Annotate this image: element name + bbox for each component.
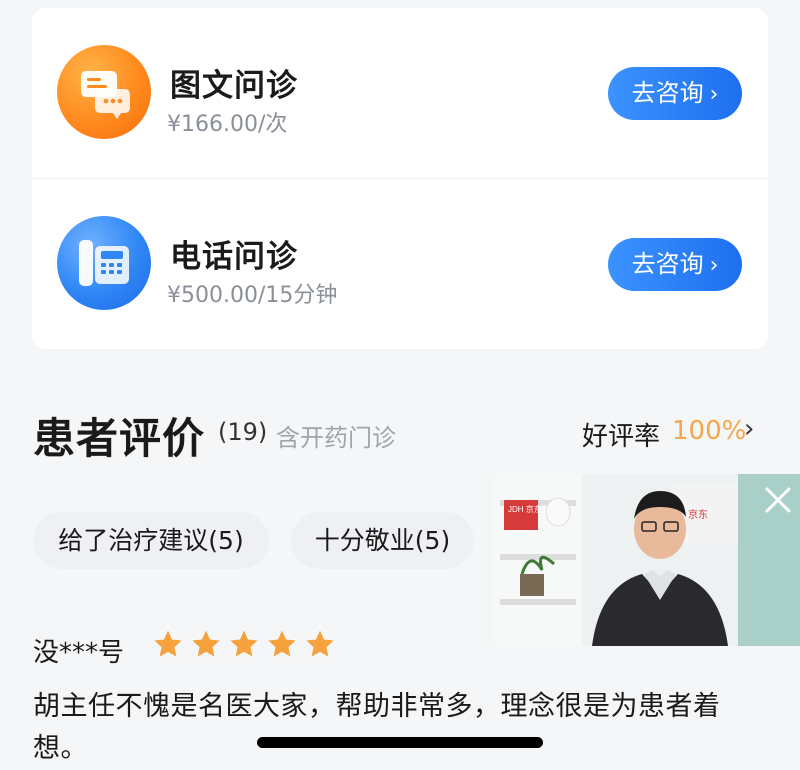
service-price: ¥166.00/次 — [167, 112, 288, 137]
telephone-icon — [57, 216, 151, 310]
home-indicator — [257, 737, 543, 748]
close-icon[interactable] — [762, 484, 794, 516]
chevron-right-icon: › — [709, 253, 719, 278]
consult-button[interactable]: 去咨询 › — [608, 67, 742, 120]
reviews-heading: 患者评价 — [33, 414, 206, 463]
sign-right-text: 京东 — [688, 508, 708, 521]
service-price: ¥500.00/15分钟 — [167, 283, 338, 308]
positive-rate-label: 好评率 — [582, 422, 661, 452]
star-icon — [230, 630, 258, 657]
chevron-right-icon: › — [709, 82, 719, 107]
review-text: 胡主任不愧是名医大家，帮助非常多，理念很是为患者着想。 — [33, 691, 721, 764]
service-row-phone-consult[interactable]: 电话问诊 ¥500.00/15分钟 去咨询 › — [32, 179, 768, 349]
service-title: 图文问诊 — [170, 68, 298, 104]
consult-button[interactable]: 去咨询 › — [608, 238, 742, 291]
doctor-video-frame: JDH 京东健康 京东 — [492, 474, 800, 646]
review-tag[interactable]: 十分敬业(5) — [291, 512, 474, 569]
consultation-services-card: 图文问诊 ¥166.00/次 去咨询 › 电话问诊 ¥500.00/15分钟 去… — [32, 8, 768, 349]
chat-bubbles-icon — [57, 45, 151, 139]
chevron-right-icon: › — [744, 414, 755, 444]
reviewer-name: 没***号 — [33, 638, 125, 668]
star-icon — [154, 630, 182, 657]
star-icon — [192, 630, 220, 657]
floating-video-player[interactable]: JDH 京东健康 京东 — [492, 474, 800, 646]
service-row-text-consult[interactable]: 图文问诊 ¥166.00/次 去咨询 › — [32, 8, 768, 179]
reviews-note: 含开药门诊 — [276, 424, 396, 452]
star-icon — [268, 630, 296, 657]
reviews-count: (19) — [218, 418, 268, 446]
positive-rate-value: 100% — [672, 416, 747, 446]
consult-button-label: 去咨询 — [631, 79, 704, 107]
consult-button-label: 去咨询 — [631, 250, 704, 278]
service-title: 电话问诊 — [170, 239, 298, 275]
review-tag[interactable]: 给了治疗建议(5) — [33, 512, 269, 569]
star-icon — [306, 630, 334, 657]
